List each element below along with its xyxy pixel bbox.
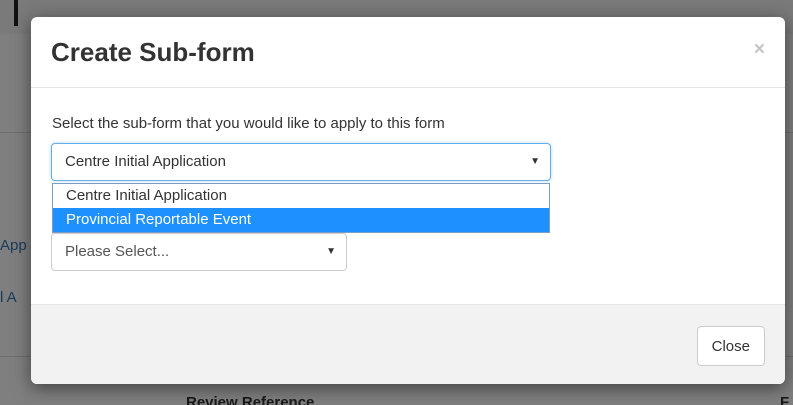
subform-select-value: Centre Initial Application xyxy=(65,153,226,170)
subform-dropdown-list: Centre Initial Application Provincial Re… xyxy=(52,183,550,233)
subform-select[interactable]: Centre Initial Application ▼ xyxy=(51,143,551,181)
modal-title: Create Sub-form xyxy=(51,37,255,67)
chevron-down-icon: ▼ xyxy=(326,246,336,257)
secondary-select-value: Please Select... xyxy=(65,243,170,260)
modal-footer: Close xyxy=(31,304,785,384)
chevron-down-icon: ▼ xyxy=(530,156,540,167)
dropdown-option[interactable]: Centre Initial Application xyxy=(53,184,549,208)
close-icon[interactable]: × xyxy=(754,40,765,59)
dropdown-option-highlighted[interactable]: Provincial Reportable Event xyxy=(53,208,549,232)
instruction-text: Select the sub-form that you would like … xyxy=(52,115,445,132)
close-button[interactable]: Close xyxy=(696,326,765,366)
create-subform-dialog: Create Sub-form × Select the sub-form th… xyxy=(31,17,785,384)
modal-body: Select the sub-form that you would like … xyxy=(31,88,785,304)
secondary-select[interactable]: Please Select... ▼ xyxy=(51,233,347,271)
modal-header: Create Sub-form × xyxy=(31,17,785,88)
